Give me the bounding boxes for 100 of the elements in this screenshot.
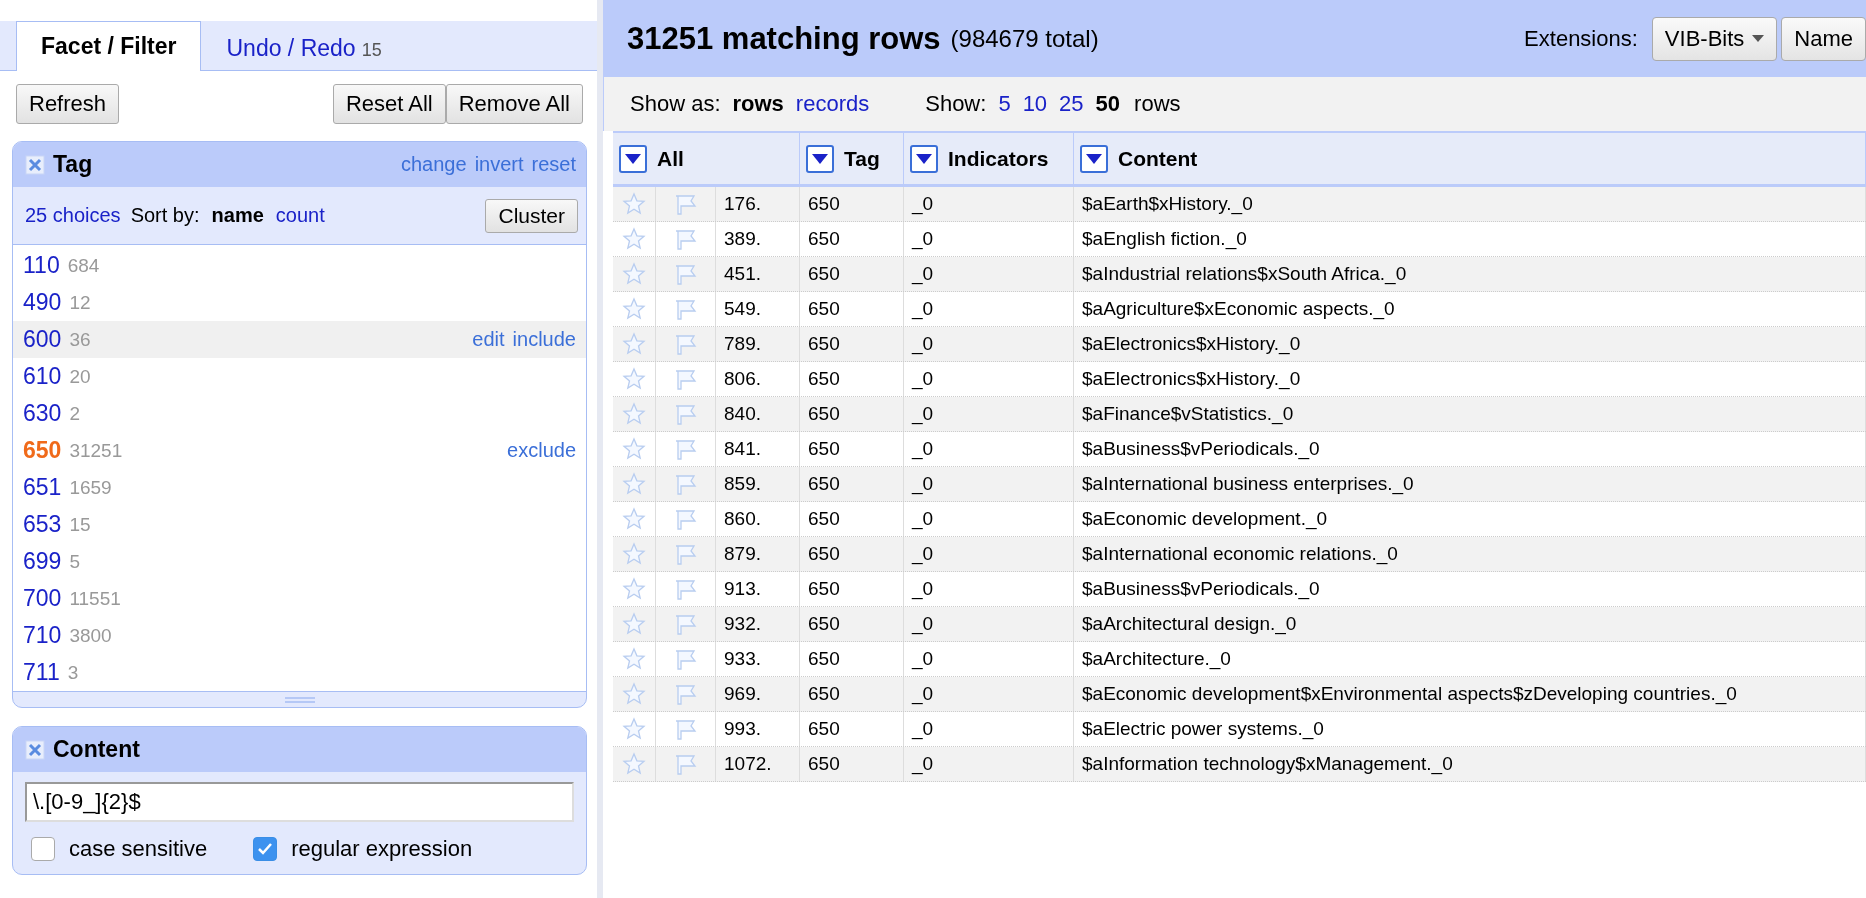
view-mode-link[interactable]: records xyxy=(795,91,870,117)
close-icon[interactable] xyxy=(25,739,45,760)
facet-choice-row[interactable]: 610 20 xyxy=(13,358,586,395)
refresh-button[interactable]: Refresh xyxy=(16,84,120,124)
row-number: 176. xyxy=(716,187,800,221)
star-icon[interactable] xyxy=(622,192,646,216)
facet-title: Content xyxy=(53,736,141,763)
table-cell: $aElectric power systems._0 xyxy=(1074,712,1866,746)
row-number: 789. xyxy=(716,327,800,361)
facet-choice-row[interactable]: 651 1659 xyxy=(13,469,586,506)
star-icon[interactable] xyxy=(622,367,646,391)
star-icon[interactable] xyxy=(622,297,646,321)
star-icon[interactable] xyxy=(622,542,646,566)
checkbox[interactable] xyxy=(253,837,278,861)
facet-choice-row[interactable]: 650 31251 exclude xyxy=(13,432,586,469)
remove-all-button[interactable]: Remove All xyxy=(445,84,583,124)
sort-option[interactable]: count xyxy=(275,204,325,227)
table-cell: 650 xyxy=(800,467,904,501)
dropdown-icon[interactable] xyxy=(619,144,647,173)
choice-count: 2 xyxy=(69,402,81,425)
choices-count-link[interactable]: 25 choices xyxy=(25,204,121,227)
choice-label[interactable]: 610 xyxy=(23,363,62,390)
panel-tab[interactable]: Facet / Filter xyxy=(16,21,202,71)
row-number: 932. xyxy=(716,607,800,641)
extension-menu-button[interactable]: Name xyxy=(1781,16,1866,61)
text-filter-field[interactable]: \.[0-9_]{2}$ xyxy=(25,782,574,822)
star-icon[interactable] xyxy=(622,402,646,426)
table-cell: _0 xyxy=(904,292,1074,326)
star-icon[interactable] xyxy=(622,752,646,776)
checkmark-icon xyxy=(257,842,274,856)
table-cell: $aInternational economic relations._0 xyxy=(1074,537,1866,571)
dropdown-icon[interactable] xyxy=(910,144,938,173)
reset-all-button[interactable]: Reset All xyxy=(332,84,446,124)
star-icon[interactable] xyxy=(622,682,646,706)
choice-action-link[interactable]: exclude xyxy=(507,439,576,462)
table-cell: _0 xyxy=(904,257,1074,291)
table-cell: 650 xyxy=(800,397,904,431)
page-size-link[interactable]: 25 xyxy=(1059,91,1084,117)
facet-title: Tag xyxy=(53,151,94,178)
view-mode-link[interactable]: rows xyxy=(732,91,784,117)
rows-label: rows xyxy=(1134,91,1181,117)
choice-label[interactable]: 699 xyxy=(23,548,62,575)
star-icon[interactable] xyxy=(622,472,646,496)
choice-action-link[interactable]: include xyxy=(512,328,576,351)
cluster-button[interactable]: Cluster xyxy=(485,198,578,233)
star-icon[interactable] xyxy=(622,612,646,636)
table-cell: 650 xyxy=(800,222,904,256)
choice-label[interactable]: 630 xyxy=(23,400,62,427)
star-icon[interactable] xyxy=(622,577,646,601)
star-icon[interactable] xyxy=(622,717,646,741)
close-icon[interactable] xyxy=(25,154,45,175)
resize-handle-icon[interactable] xyxy=(284,696,315,703)
facet-choice-row[interactable]: 700 11551 xyxy=(13,580,586,617)
choice-label[interactable]: 110 xyxy=(23,252,60,279)
column-header[interactable]: Content xyxy=(1074,133,1866,184)
row-number: 969. xyxy=(716,677,800,711)
star-icon[interactable] xyxy=(622,507,646,531)
table-cell: $aAgriculture$xEconomic aspects._0 xyxy=(1074,292,1866,326)
facet-choice-row[interactable]: 711 3 xyxy=(13,654,586,691)
choice-action-link[interactable]: edit xyxy=(472,328,505,351)
star-icon[interactable] xyxy=(622,262,646,286)
table-cell: _0 xyxy=(904,572,1074,606)
star-icon[interactable] xyxy=(622,227,646,251)
column-header[interactable]: All xyxy=(613,133,800,184)
choice-label[interactable]: 653 xyxy=(23,511,62,538)
facet-choice-row[interactable]: 710 3800 xyxy=(13,617,586,654)
page-size-link[interactable]: 5 xyxy=(998,91,1011,117)
row-number: 549. xyxy=(716,292,800,326)
table-cell: 650 xyxy=(800,432,904,466)
facet-choice-row[interactable]: 490 12 xyxy=(13,284,586,321)
dropdown-icon[interactable] xyxy=(1080,144,1108,173)
star-icon[interactable] xyxy=(622,647,646,671)
column-header[interactable]: Tag xyxy=(800,133,904,184)
table-cell: _0 xyxy=(904,747,1074,781)
column-header[interactable]: Indicators xyxy=(904,133,1074,184)
row-number: 993. xyxy=(716,712,800,746)
choice-label[interactable]: 490 xyxy=(23,289,62,316)
dropdown-icon[interactable] xyxy=(806,144,834,173)
panel-tab[interactable]: Undo / Redo 15 xyxy=(201,25,407,71)
extension-menu-button[interactable]: VIB-Bits xyxy=(1651,16,1778,61)
facet-choice-row[interactable]: 630 2 xyxy=(13,395,586,432)
star-icon[interactable] xyxy=(622,437,646,461)
choice-label[interactable]: 710 xyxy=(23,622,62,649)
sort-option[interactable]: name xyxy=(211,204,264,227)
page-size-link[interactable]: 10 xyxy=(1022,91,1048,117)
facet-choice-row[interactable]: 653 15 xyxy=(13,506,586,543)
choice-label[interactable]: 711 xyxy=(23,659,60,686)
row-number: 859. xyxy=(716,467,800,501)
checkbox[interactable] xyxy=(31,837,55,861)
table-cell: 650 xyxy=(800,677,904,711)
table-cell: _0 xyxy=(904,327,1074,361)
facet-choice-row[interactable]: 699 5 xyxy=(13,543,586,580)
facet-choice-row[interactable]: 600 36 edit include xyxy=(13,321,586,358)
choice-label[interactable]: 651 xyxy=(23,474,62,501)
page-size-link[interactable]: 50 xyxy=(1095,91,1121,117)
facet-choice-row[interactable]: 110 684 xyxy=(13,247,586,284)
choice-label[interactable]: 700 xyxy=(23,585,62,612)
star-icon[interactable] xyxy=(622,332,646,356)
choice-count: 5 xyxy=(69,550,81,573)
choice-label[interactable]: 600 xyxy=(23,326,62,353)
